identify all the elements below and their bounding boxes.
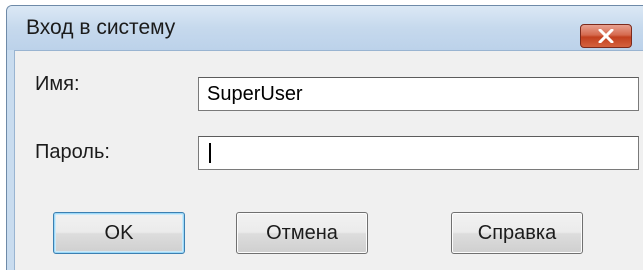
login-dialog: Вход в систему Имя: Пароль: OK Отмена Сп… (6, 5, 643, 270)
close-button[interactable] (580, 24, 632, 48)
username-label: Имя: (35, 73, 80, 95)
title-bar[interactable]: Вход в систему (7, 6, 643, 50)
window-title: Вход в систему (26, 16, 176, 39)
password-label: Пароль: (35, 141, 110, 163)
text-caret (209, 143, 211, 163)
password-field[interactable] (198, 136, 639, 170)
dialog-body: Имя: Пароль: OK Отмена Справка (14, 50, 643, 270)
close-icon (598, 29, 614, 43)
cancel-button[interactable]: Отмена (236, 212, 368, 254)
help-button[interactable]: Справка (451, 212, 583, 254)
username-field[interactable] (198, 77, 639, 111)
ok-button[interactable]: OK (53, 212, 185, 254)
